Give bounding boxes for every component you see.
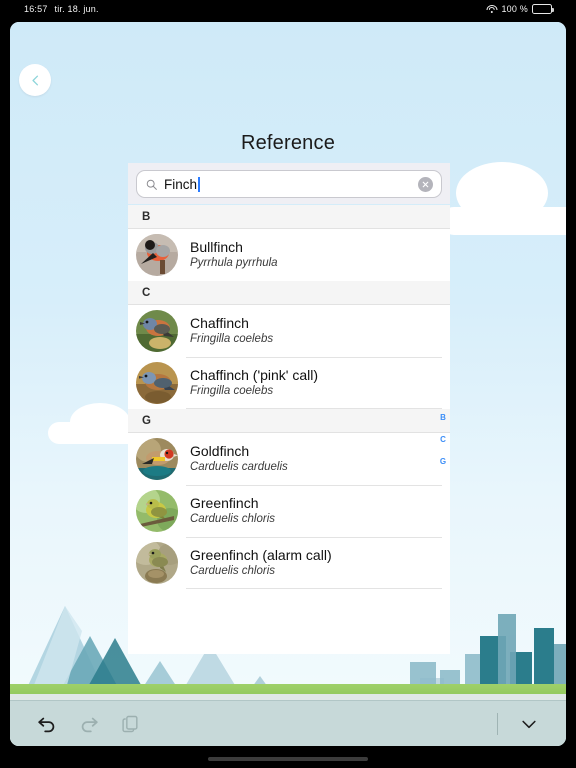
back-button[interactable] [19,64,51,96]
list-item-text: Goldfinch Carduelis carduelis [190,443,288,475]
species-latin-name: Pyrrhula pyrrhula [190,257,278,270]
bullfinch-photo [136,234,178,276]
chevron-down-icon [522,720,536,728]
toolbar-divider [497,712,498,735]
species-name: Chaffinch ('pink' call) [190,366,319,383]
text-caret [198,176,200,192]
species-name: Bullfinch [190,238,243,255]
greenfinch-photo [136,490,178,532]
status-date: tir. 18. jun. [54,4,99,14]
screen: 16:57 tir. 18. jun. 100 % Reference Finc… [0,0,576,768]
status-time: 16:57 [24,4,48,14]
page-title: Reference [240,132,336,154]
search-value: Finch [164,176,198,192]
list-item-text: Greenfinch (alarm call) Carduelis chlori… [190,547,332,579]
species-name: Goldfinch [190,442,250,459]
alphabet-index[interactable]: B C G [436,413,450,466]
redo-icon [81,717,98,732]
list-item[interactable]: Greenfinch (alarm call) Carduelis chlori… [128,537,450,589]
search-bar-container: Finch [128,163,450,204]
species-latin-name: Fringilla coelebs [190,333,274,346]
section-header-g: G [128,409,450,433]
chaffinch-pink-call-photo [136,362,178,404]
status-bar-right: 100 % [486,4,576,14]
list-item-text: Bullfinch Pyrrhula pyrrhula [190,239,278,271]
goldfinch-photo [136,438,178,480]
section-header-c: C [128,281,450,305]
species-name: Greenfinch [190,494,259,511]
list-item[interactable]: Bullfinch Pyrrhula pyrrhula [128,229,450,281]
search-input-text: Finch [164,176,418,192]
cloud-left-puff [70,403,130,441]
status-bar: 16:57 tir. 18. jun. 100 % [0,0,576,18]
app-window: Reference Finch B Bullfinch Pyrrhula pyr… [10,22,566,746]
clear-circle-icon [422,181,429,187]
wifi-icon [486,4,498,14]
list-item[interactable]: Chaffinch ('pink' call) Fringilla coeleb… [128,357,450,409]
clear-search-button[interactable] [418,176,433,192]
index-letter-g[interactable]: G [440,457,446,466]
home-indicator [208,757,368,761]
chevron-left-icon [31,75,38,85]
chaffinch-photo [136,310,178,352]
undo-button[interactable] [30,707,64,741]
bottom-toolbar [10,700,566,746]
index-letter-b[interactable]: B [440,413,446,422]
list-item-text: Chaffinch ('pink' call) Fringilla coeleb… [190,367,318,399]
list-item[interactable]: Goldfinch Carduelis carduelis [128,433,450,485]
status-bar-left: 16:57 tir. 18. jun. [0,4,99,14]
copy-button[interactable] [114,707,148,741]
species-latin-name: Fringilla coelebs [190,385,274,398]
list-item[interactable]: Greenfinch Carduelis chloris [128,485,450,537]
species-latin-name: Carduelis chloris [190,513,276,526]
cloud-right-puff [456,162,548,224]
search-input[interactable]: Finch [136,170,442,198]
species-name: Greenfinch (alarm call) [190,546,332,563]
greenfinch-alarm-call-photo [136,542,178,584]
index-letter-c[interactable]: C [440,435,446,444]
list-item[interactable]: Chaffinch Fringilla coelebs [128,305,450,357]
search-icon [146,179,157,190]
search-results-list[interactable]: B Bullfinch Pyrrhula pyrrhula C Chaffinc… [128,205,450,654]
list-item-text: Greenfinch Carduelis chloris [190,495,275,527]
copy-icon [122,715,138,732]
section-header-b: B [128,205,450,229]
list-item-text: Chaffinch Fringilla coelebs [190,315,273,347]
species-name: Chaffinch [190,314,249,331]
undo-icon [38,717,55,732]
battery-percent-label: 100 % [501,4,528,14]
species-latin-name: Carduelis carduelis [190,461,288,474]
species-latin-name: Carduelis chloris [190,565,276,578]
redo-button[interactable] [72,707,106,741]
collapse-keyboard-button[interactable] [512,707,546,741]
battery-icon [532,4,554,14]
